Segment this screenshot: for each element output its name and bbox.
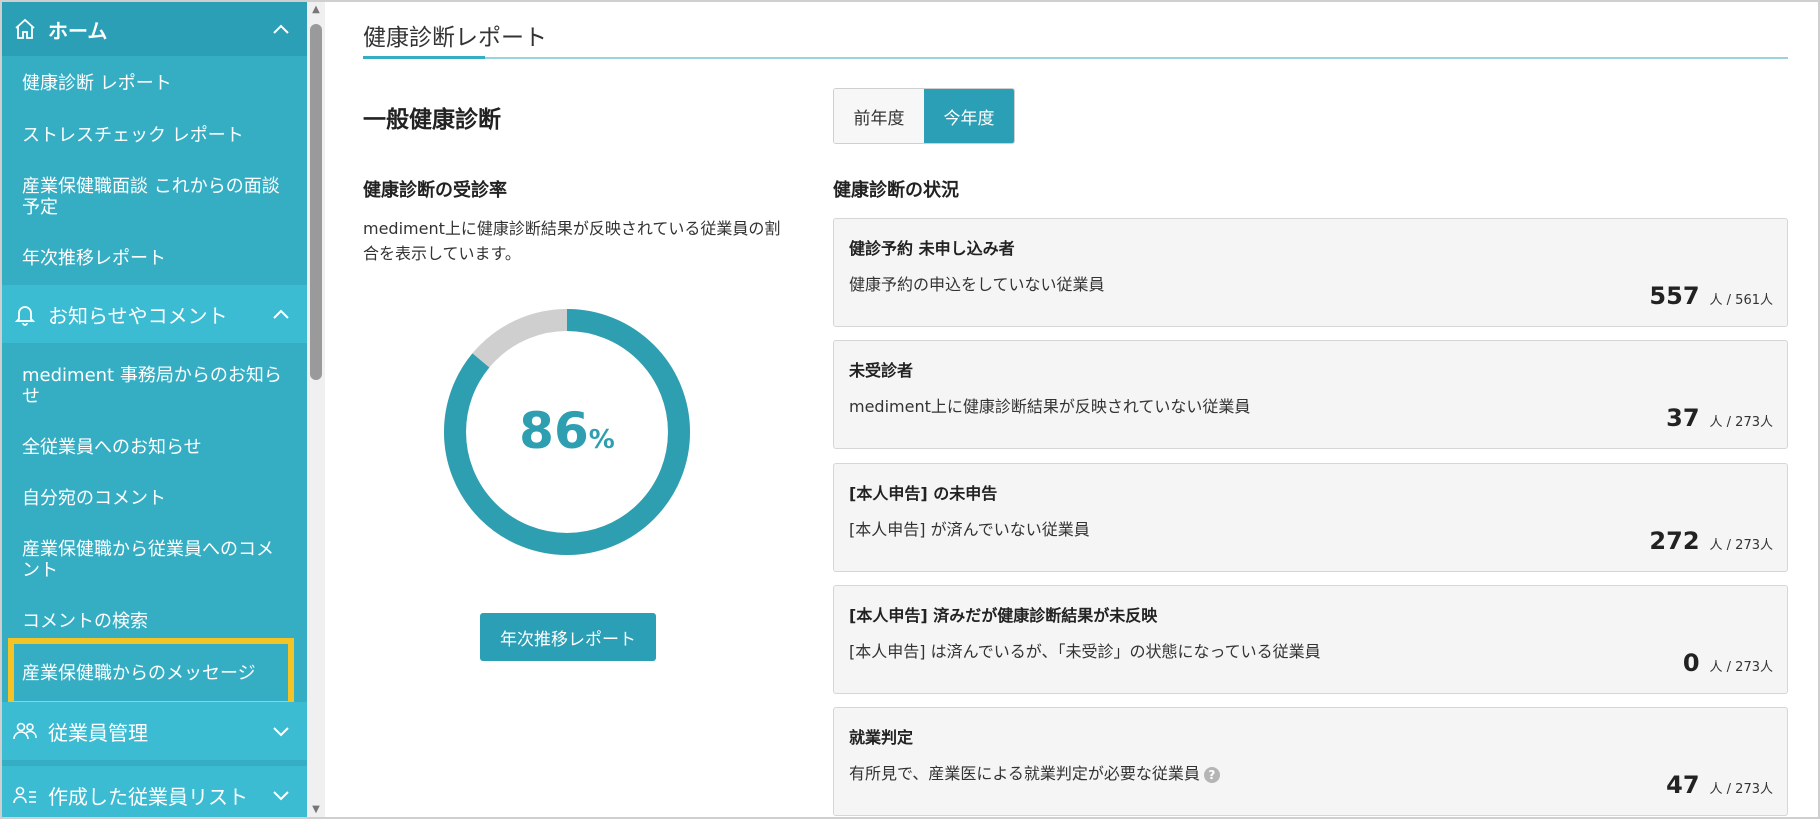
title-divider-accent: [363, 56, 485, 59]
chevron-up-icon[interactable]: [269, 302, 293, 326]
sidebar-scrollbar[interactable]: ▲ ▼: [307, 2, 325, 817]
rate-value: 86%: [443, 402, 691, 460]
rate-unit: %: [588, 425, 615, 455]
card-count-value: 557: [1649, 282, 1700, 310]
sidebar-item-all-employee-notices[interactable]: 全従業員へのお知らせ: [22, 437, 287, 458]
previous-year-button[interactable]: 前年度: [834, 89, 924, 143]
app-window: ホーム 健康診断 レポート ストレスチェック レポート 産業保健職面談 これから…: [0, 0, 1820, 819]
card-description: 有所見で、産業医による就業判定が必要な従業員: [849, 764, 1200, 783]
card-description: [本人申告] は済んでいるが、「未受診」の状態になっている従業員: [849, 642, 1321, 661]
chevron-down-icon[interactable]: [269, 719, 293, 743]
card-count-total: 人 / 561人: [1709, 293, 1773, 308]
sidebar-item-upcoming-interviews[interactable]: 産業保健職面談 これからの面談予定: [22, 176, 287, 218]
card-count: 0 人 / 273人: [1683, 649, 1773, 677]
section-title: 一般健康診断: [363, 107, 501, 133]
card-count-total: 人 / 273人: [1709, 782, 1773, 797]
card-count: 37 人 / 273人: [1666, 404, 1773, 432]
status-card-not-examined[interactable]: 未受診者 mediment上に健康診断結果が反映されていない従業員 37 人 /…: [833, 340, 1788, 449]
card-count-value: 0: [1682, 649, 1700, 677]
sidebar-item-annual-trend-report[interactable]: 年次推移レポート: [22, 248, 287, 269]
sidebar-item-stress-check-report[interactable]: ストレスチェック レポート: [22, 125, 287, 146]
card-count: 272 人 / 273人: [1649, 527, 1773, 555]
card-title: 就業判定: [849, 728, 914, 747]
card-count-value: 47: [1666, 771, 1700, 799]
sidebar-section-employees-label: 従業員管理: [48, 720, 148, 745]
card-title: 健診予約 未申し込み者: [849, 239, 1015, 258]
card-description: [本人申告] が済んでいない従業員: [849, 520, 1090, 539]
status-card-work-judgment[interactable]: 就業判定 有所見で、産業医による就業判定が必要な従業員? 47 人 / 273人: [833, 707, 1788, 816]
card-description-wrap: 有所見で、産業医による就業判定が必要な従業員?: [849, 760, 1220, 784]
scroll-down-arrow-icon[interactable]: ▼: [311, 805, 321, 815]
sidebar: ホーム 健康診断 レポート ストレスチェック レポート 産業保健職面談 これから…: [2, 2, 307, 817]
card-count-total: 人 / 273人: [1709, 538, 1773, 553]
bell-icon: [12, 301, 38, 327]
sidebar-section-employee-lists-label: 作成した従業員リスト: [48, 784, 248, 809]
rate-number: 86: [519, 402, 589, 460]
status-title: 健康診断の状況: [833, 180, 959, 201]
user-list-icon: [12, 782, 38, 808]
annual-trend-report-button[interactable]: 年次推移レポート: [480, 613, 656, 661]
card-title: [本人申告] の未申告: [849, 484, 998, 503]
card-title: [本人申告] 済みだが健康診断結果が未反映: [849, 606, 1158, 625]
current-year-button[interactable]: 今年度: [924, 89, 1014, 143]
card-count-total: 人 / 273人: [1709, 660, 1773, 675]
title-divider: [363, 57, 1788, 59]
rate-description: mediment上に健康診断結果が反映されている従業員の割合を表示しています。: [363, 219, 781, 263]
card-description: mediment上に健康診断結果が反映されていない従業員: [849, 397, 1251, 416]
sidebar-section-employees[interactable]: 従業員管理: [2, 702, 307, 760]
card-count: 557 人 / 561人: [1649, 282, 1773, 310]
scroll-up-arrow-icon[interactable]: ▲: [311, 5, 321, 15]
card-count-total: 人 / 273人: [1709, 415, 1773, 430]
chevron-down-icon[interactable]: [269, 783, 293, 807]
card-count: 47 人 / 273人: [1666, 771, 1773, 799]
home-icon: [12, 16, 38, 42]
year-toggle: 前年度 今年度: [833, 88, 1015, 144]
status-card-unreserved[interactable]: 健診予約 未申し込み者 健康予約の申込をしていない従業員 557 人 / 561…: [833, 218, 1788, 327]
sidebar-section-employee-lists[interactable]: 作成した従業員リスト: [2, 766, 307, 817]
status-card-self-report-unreflected[interactable]: [本人申告] 済みだが健康診断結果が未反映 [本人申告] は済んでいるが、「未受…: [833, 585, 1788, 694]
sidebar-item-my-comments[interactable]: 自分宛のコメント: [22, 488, 287, 509]
sidebar-item-mediment-notices[interactable]: mediment 事務局からのお知らせ: [22, 365, 287, 407]
status-card-self-report-pending[interactable]: [本人申告] の未申告 [本人申告] が済んでいない従業員 272 人 / 27…: [833, 463, 1788, 572]
sidebar-section-home-label: ホーム: [48, 18, 108, 43]
sidebar-item-health-report[interactable]: 健康診断 レポート: [22, 73, 287, 94]
scrollbar-thumb[interactable]: [310, 24, 322, 380]
card-title: 未受診者: [849, 361, 914, 380]
chevron-up-icon[interactable]: [269, 17, 293, 41]
sidebar-section-notices[interactable]: お知らせやコメント: [2, 285, 307, 343]
card-count-value: 37: [1666, 404, 1700, 432]
sidebar-item-staff-to-employee-comments[interactable]: 産業保健職から従業員へのコメント: [22, 539, 287, 581]
question-icon[interactable]: ?: [1203, 766, 1220, 783]
rate-title: 健康診断の受診率: [363, 180, 507, 201]
card-description: 健康予約の申込をしていない従業員: [849, 275, 1105, 294]
sidebar-section-home[interactable]: ホーム: [2, 2, 307, 56]
sidebar-item-comment-search[interactable]: コメントの検索: [22, 611, 287, 632]
highlight-box: [8, 638, 294, 707]
card-count-value: 272: [1649, 527, 1700, 555]
main-content: 健康診断レポート 一般健康診断 前年度 今年度 健康診断の受診率 medimen…: [325, 2, 1818, 817]
sidebar-section-notices-label: お知らせやコメント: [48, 303, 228, 328]
people-icon: [12, 718, 38, 744]
page-title: 健康診断レポート: [363, 25, 547, 51]
